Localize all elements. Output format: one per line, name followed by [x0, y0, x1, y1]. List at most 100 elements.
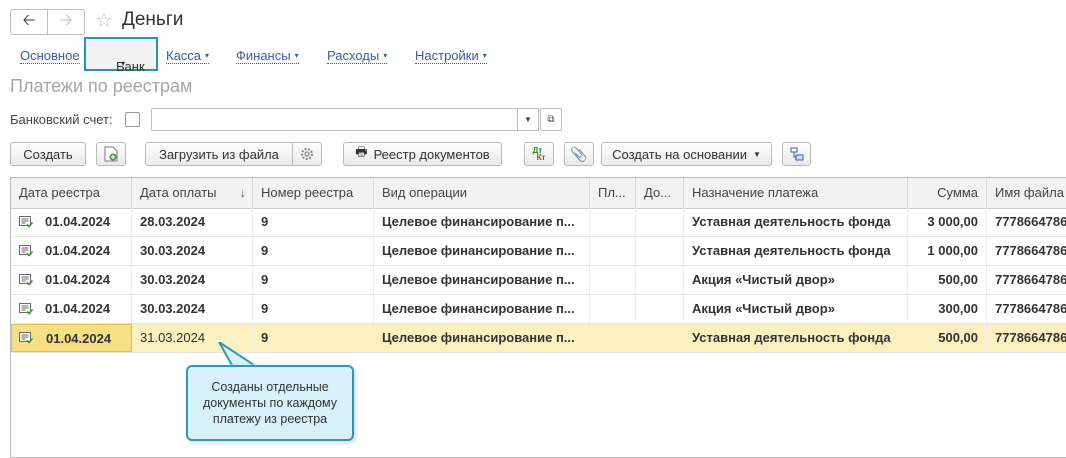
menu-item-bank[interactable]: Банк ▾: [84, 37, 158, 74]
table-cell-sum[interactable]: 3 000,00: [908, 208, 987, 236]
new-document-icon: [104, 146, 118, 162]
table-cell-do[interactable]: [636, 208, 684, 236]
callout-note: Созданы отдельные документы по каждому п…: [186, 365, 354, 441]
posted-document-icon: [19, 303, 33, 315]
dt-kt-icon: Дт Кт: [532, 146, 546, 162]
menu-item-main[interactable]: Основное: [20, 48, 80, 64]
favorite-star-icon[interactable]: ☆: [95, 8, 113, 33]
posted-document-icon: [19, 216, 33, 228]
table-cell-do[interactable]: [636, 237, 684, 265]
create-button[interactable]: Создать: [10, 142, 86, 166]
structure-button[interactable]: [782, 142, 811, 166]
printer-icon: 🖶: [355, 144, 368, 159]
create-document-button[interactable]: [96, 142, 126, 166]
chevron-down-icon: ▾: [482, 51, 487, 60]
chevron-down-icon: ▾: [294, 51, 299, 60]
page-title: Платежи по реестрам: [10, 76, 193, 96]
dt-kt-button[interactable]: Дт Кт: [524, 142, 554, 166]
table-cell-operation[interactable]: Целевое финансирование п...: [374, 324, 590, 352]
table-cell-operation[interactable]: Целевое финансирование п...: [374, 266, 590, 294]
table-cell-sum[interactable]: 500,00: [908, 324, 987, 352]
table-cell-pl[interactable]: [590, 208, 636, 236]
table-cell-do[interactable]: [636, 266, 684, 294]
table-cell-pay-date[interactable]: 30.03.2024: [132, 237, 253, 265]
table-cell-file[interactable]: 7778664786: [987, 324, 1066, 352]
table-cell-operation[interactable]: Целевое финансирование п...: [374, 295, 590, 323]
table-row[interactable]: 01.04.2024 30.03.2024 9 Целевое финансирова…: [11, 266, 1066, 295]
column-header-pay-date[interactable]: Дата оплаты ↓: [132, 178, 253, 208]
posted-document-icon: [19, 274, 33, 286]
open-icon[interactable]: ⧉: [540, 108, 562, 131]
table-cell-do[interactable]: [636, 295, 684, 323]
bank-account-checkbox[interactable]: [125, 112, 140, 127]
column-header[interactable]: До...: [636, 178, 684, 208]
table-row[interactable]: 01.04.2024 31.03.2024 9 Целевое финансирова…: [11, 324, 1066, 353]
chevron-down-icon: ▾: [383, 51, 388, 60]
table-row[interactable]: 01.04.2024 30.03.2024 9 Целевое финансирова…: [11, 295, 1066, 324]
gear-icon[interactable]: [292, 142, 322, 166]
table-cell-pl[interactable]: [590, 266, 636, 294]
table-cell-purpose[interactable]: Акция «Чистый двор»: [684, 266, 908, 294]
table-cell-file[interactable]: 7778664786: [987, 266, 1066, 294]
structure-icon: [790, 147, 803, 161]
forward-arrow-icon[interactable]: 🡢: [47, 10, 84, 34]
table-cell-pl[interactable]: [590, 324, 636, 352]
menu-item-expenses[interactable]: Расходы ▾: [327, 48, 388, 64]
paperclip-icon: 📎: [570, 145, 588, 162]
table-cell-pl[interactable]: [590, 237, 636, 265]
table-cell-pay-date[interactable]: 28.03.2024: [132, 208, 253, 236]
bank-account-label: Банковский счет:: [10, 112, 113, 127]
menu-item-finance[interactable]: Финансы ▾: [236, 48, 299, 64]
table-header: Дата реестра Дата оплаты ↓ Номер реестра …: [11, 178, 1066, 209]
upload-from-file-button[interactable]: Загрузить из файла: [145, 142, 293, 166]
posted-document-icon: [19, 332, 33, 344]
table-cell-pay-date[interactable]: 30.03.2024: [132, 266, 253, 294]
menu-item-settings[interactable]: Настройки ▾: [415, 48, 487, 64]
column-header[interactable]: Имя файла: [987, 178, 1066, 208]
back-arrow-icon[interactable]: 🡠: [11, 10, 47, 34]
column-header[interactable]: Вид операции: [374, 178, 590, 208]
table-cell-operation[interactable]: Целевое финансирование п...: [374, 237, 590, 265]
table-cell-file[interactable]: 7778664786: [987, 295, 1066, 323]
column-header[interactable]: Назначение платежа: [684, 178, 908, 208]
table-cell-do[interactable]: [636, 324, 684, 352]
nav-buttons: 🡠 🡢: [10, 9, 85, 35]
column-header[interactable]: Пл...: [590, 178, 636, 208]
chevron-down-icon: ▼: [752, 149, 761, 159]
table-cell-operation[interactable]: Целевое финансирование п...: [374, 208, 590, 236]
chevron-down-icon: ▾: [205, 51, 210, 60]
dropdown-arrow-icon[interactable]: ▼: [517, 108, 539, 131]
sort-arrow-icon: ↓: [239, 185, 247, 200]
table-cell-number[interactable]: 9: [253, 324, 374, 352]
table-cell-number[interactable]: 9: [253, 208, 374, 236]
table-cell-purpose[interactable]: Уставная деятельность фонда: [684, 237, 908, 265]
column-header[interactable]: Сумма: [908, 178, 987, 208]
create-based-on-button[interactable]: Создать на основании ▼: [601, 142, 772, 166]
column-header[interactable]: Номер реестра: [253, 178, 374, 208]
document-registry-button[interactable]: 🖶 Реестр документов: [343, 142, 502, 166]
table-cell-sum[interactable]: 500,00: [908, 266, 987, 294]
settings-gear-icon: [301, 148, 313, 160]
table-cell-purpose[interactable]: Уставная деятельность фонда: [684, 208, 908, 236]
table-cell-purpose[interactable]: Акция «Чистый двор»: [684, 295, 908, 323]
column-header[interactable]: Дата реестра: [11, 178, 132, 208]
table-cell-pay-date[interactable]: 30.03.2024: [132, 295, 253, 323]
table-cell-number[interactable]: 9: [253, 266, 374, 294]
attach-file-button[interactable]: 📎: [564, 142, 594, 166]
table-cell-number[interactable]: 9: [253, 237, 374, 265]
table-cell-sum[interactable]: 1 000,00: [908, 237, 987, 265]
menu-item-cash[interactable]: Касса ▾: [166, 48, 210, 64]
posted-document-icon: [19, 245, 33, 257]
payments-table: Дата реестра Дата оплаты ↓ Номер реестра …: [10, 177, 1066, 458]
table-cell-file[interactable]: 7778664786: [987, 208, 1066, 236]
chevron-down-icon: ▾: [121, 59, 126, 68]
table-cell-sum[interactable]: 300,00: [908, 295, 987, 323]
table-cell-file[interactable]: 7778664786: [987, 237, 1066, 265]
table-cell-pl[interactable]: [590, 295, 636, 323]
table-row[interactable]: 01.04.2024 28.03.2024 9 Целевое финансирова…: [11, 208, 1066, 237]
window-title: Деньги: [122, 9, 184, 30]
table-cell-purpose[interactable]: Уставная деятельность фонда: [684, 324, 908, 352]
table-row[interactable]: 01.04.2024 30.03.2024 9 Целевое финансирова…: [11, 237, 1066, 266]
bank-account-input[interactable]: [151, 108, 519, 131]
table-cell-number[interactable]: 9: [253, 295, 374, 323]
